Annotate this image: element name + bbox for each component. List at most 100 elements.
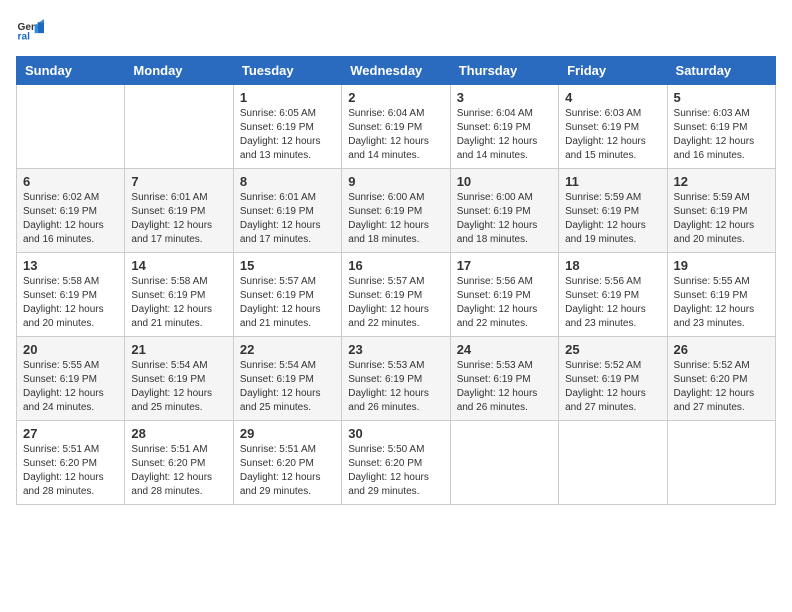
day-number: 24 (457, 342, 552, 357)
calendar-cell (450, 421, 558, 505)
day-number: 9 (348, 174, 443, 189)
day-number: 30 (348, 426, 443, 441)
day-info: Sunrise: 5:56 AM Sunset: 6:19 PM Dayligh… (565, 275, 660, 331)
day-info: Sunrise: 6:00 AM Sunset: 6:19 PM Dayligh… (457, 191, 552, 247)
day-number: 4 (565, 90, 660, 105)
day-info: Sunrise: 5:54 AM Sunset: 6:19 PM Dayligh… (240, 359, 335, 415)
day-info: Sunrise: 6:01 AM Sunset: 6:19 PM Dayligh… (240, 191, 335, 247)
day-number: 28 (131, 426, 226, 441)
calendar-cell: 22 Sunrise: 5:54 AM Sunset: 6:19 PM Dayli… (233, 337, 341, 421)
day-info: Sunrise: 5:55 AM Sunset: 6:19 PM Dayligh… (674, 275, 769, 331)
day-info: Sunrise: 5:59 AM Sunset: 6:19 PM Dayligh… (565, 191, 660, 247)
logo: Gene ral (16, 16, 48, 44)
day-info: Sunrise: 5:56 AM Sunset: 6:19 PM Dayligh… (457, 275, 552, 331)
day-info: Sunrise: 5:59 AM Sunset: 6:19 PM Dayligh… (674, 191, 769, 247)
day-info: Sunrise: 5:51 AM Sunset: 6:20 PM Dayligh… (240, 443, 335, 499)
calendar-cell: 18 Sunrise: 5:56 AM Sunset: 6:19 PM Dayli… (559, 253, 667, 337)
calendar-cell: 13Sunrise: 5:58 AM Sunset: 6:19 PM Dayli… (17, 253, 125, 337)
day-info: Sunrise: 5:57 AM Sunset: 6:19 PM Dayligh… (240, 275, 335, 331)
calendar-cell: 4 Sunrise: 6:03 AM Sunset: 6:19 PM Daylig… (559, 85, 667, 169)
day-of-week-header: Saturday (667, 57, 775, 85)
calendar-cell: 10Sunrise: 6:00 AM Sunset: 6:19 PM Dayli… (450, 169, 558, 253)
day-info: Sunrise: 6:03 AM Sunset: 6:19 PM Dayligh… (674, 107, 769, 163)
calendar-cell: 15 Sunrise: 5:57 AM Sunset: 6:19 PM Dayli… (233, 253, 341, 337)
day-info: Sunrise: 6:00 AM Sunset: 6:19 PM Dayligh… (348, 191, 443, 247)
calendar-cell: 12 Sunrise: 5:59 AM Sunset: 6:19 PM Dayli… (667, 169, 775, 253)
calendar-cell: 27 Sunrise: 5:51 AM Sunset: 6:20 PM Dayli… (17, 421, 125, 505)
calendar-cell: 24Sunrise: 5:53 AM Sunset: 6:19 PM Dayli… (450, 337, 558, 421)
day-number: 11 (565, 174, 660, 189)
day-info: Sunrise: 6:04 AM Sunset: 6:19 PM Dayligh… (457, 107, 552, 163)
day-number: 8 (240, 174, 335, 189)
day-number: 21 (131, 342, 226, 357)
calendar-cell: 8 Sunrise: 6:01 AM Sunset: 6:19 PM Daylig… (233, 169, 341, 253)
day-of-week-header: Tuesday (233, 57, 341, 85)
day-number: 16 (348, 258, 443, 273)
calendar-week-row: 13Sunrise: 5:58 AM Sunset: 6:19 PM Dayli… (17, 253, 776, 337)
day-info: Sunrise: 5:50 AM Sunset: 6:20 PM Dayligh… (348, 443, 443, 499)
day-info: Sunrise: 5:51 AM Sunset: 6:20 PM Dayligh… (23, 443, 118, 499)
calendar-cell: 5Sunrise: 6:03 AM Sunset: 6:19 PM Daylig… (667, 85, 775, 169)
day-info: Sunrise: 5:58 AM Sunset: 6:19 PM Dayligh… (131, 275, 226, 331)
calendar-cell: 3 Sunrise: 6:04 AM Sunset: 6:19 PM Daylig… (450, 85, 558, 169)
day-info: Sunrise: 6:01 AM Sunset: 6:19 PM Dayligh… (131, 191, 226, 247)
day-number: 7 (131, 174, 226, 189)
calendar-cell: 17 Sunrise: 5:56 AM Sunset: 6:19 PM Dayli… (450, 253, 558, 337)
day-number: 26 (674, 342, 769, 357)
day-number: 1 (240, 90, 335, 105)
calendar-cell: 11 Sunrise: 5:59 AM Sunset: 6:19 PM Dayli… (559, 169, 667, 253)
day-of-week-header: Friday (559, 57, 667, 85)
day-number: 14 (131, 258, 226, 273)
calendar-cell (17, 85, 125, 169)
day-info: Sunrise: 6:03 AM Sunset: 6:19 PM Dayligh… (565, 107, 660, 163)
day-info: Sunrise: 5:52 AM Sunset: 6:20 PM Dayligh… (674, 359, 769, 415)
calendar-cell (667, 421, 775, 505)
day-number: 27 (23, 426, 118, 441)
calendar-cell (559, 421, 667, 505)
svg-text:ral: ral (18, 31, 31, 42)
calendar-table: SundayMondayTuesdayWednesdayThursdayFrid… (16, 56, 776, 505)
calendar-cell: 26 Sunrise: 5:52 AM Sunset: 6:20 PM Dayli… (667, 337, 775, 421)
day-number: 23 (348, 342, 443, 357)
logo-icon: Gene ral (16, 16, 44, 44)
day-info: Sunrise: 6:04 AM Sunset: 6:19 PM Dayligh… (348, 107, 443, 163)
calendar-cell: 2 Sunrise: 6:04 AM Sunset: 6:19 PM Daylig… (342, 85, 450, 169)
day-number: 2 (348, 90, 443, 105)
day-number: 22 (240, 342, 335, 357)
calendar-week-row: 20 Sunrise: 5:55 AM Sunset: 6:19 PM Dayli… (17, 337, 776, 421)
day-number: 17 (457, 258, 552, 273)
calendar-cell: 28 Sunrise: 5:51 AM Sunset: 6:20 PM Dayli… (125, 421, 233, 505)
calendar-header-row: SundayMondayTuesdayWednesdayThursdayFrid… (17, 57, 776, 85)
day-info: Sunrise: 6:02 AM Sunset: 6:19 PM Dayligh… (23, 191, 118, 247)
calendar-cell: 25Sunrise: 5:52 AM Sunset: 6:19 PM Dayli… (559, 337, 667, 421)
day-number: 29 (240, 426, 335, 441)
calendar-cell (125, 85, 233, 169)
day-info: Sunrise: 5:52 AM Sunset: 6:19 PM Dayligh… (565, 359, 660, 415)
calendar-cell: 7 Sunrise: 6:01 AM Sunset: 6:19 PM Daylig… (125, 169, 233, 253)
calendar-cell: 23 Sunrise: 5:53 AM Sunset: 6:19 PM Dayli… (342, 337, 450, 421)
day-info: Sunrise: 5:58 AM Sunset: 6:19 PM Dayligh… (23, 275, 118, 331)
calendar-cell: 29 Sunrise: 5:51 AM Sunset: 6:20 PM Dayli… (233, 421, 341, 505)
day-info: Sunrise: 5:54 AM Sunset: 6:19 PM Dayligh… (131, 359, 226, 415)
day-number: 6 (23, 174, 118, 189)
day-number: 12 (674, 174, 769, 189)
day-info: Sunrise: 5:55 AM Sunset: 6:19 PM Dayligh… (23, 359, 118, 415)
day-of-week-header: Wednesday (342, 57, 450, 85)
day-info: Sunrise: 5:51 AM Sunset: 6:20 PM Dayligh… (131, 443, 226, 499)
day-info: Sunrise: 6:05 AM Sunset: 6:19 PM Dayligh… (240, 107, 335, 163)
calendar-cell: 9 Sunrise: 6:00 AM Sunset: 6:19 PM Daylig… (342, 169, 450, 253)
day-number: 20 (23, 342, 118, 357)
day-of-week-header: Sunday (17, 57, 125, 85)
calendar-cell: 14 Sunrise: 5:58 AM Sunset: 6:19 PM Dayli… (125, 253, 233, 337)
page-header: Gene ral (16, 16, 776, 44)
calendar-week-row: 6 Sunrise: 6:02 AM Sunset: 6:19 PM Daylig… (17, 169, 776, 253)
day-number: 19 (674, 258, 769, 273)
day-number: 15 (240, 258, 335, 273)
calendar-cell: 16Sunrise: 5:57 AM Sunset: 6:19 PM Dayli… (342, 253, 450, 337)
day-number: 18 (565, 258, 660, 273)
day-info: Sunrise: 5:53 AM Sunset: 6:19 PM Dayligh… (348, 359, 443, 415)
calendar-week-row: 27 Sunrise: 5:51 AM Sunset: 6:20 PM Dayli… (17, 421, 776, 505)
calendar-cell: 1 Sunrise: 6:05 AM Sunset: 6:19 PM Daylig… (233, 85, 341, 169)
day-of-week-header: Thursday (450, 57, 558, 85)
day-number: 3 (457, 90, 552, 105)
